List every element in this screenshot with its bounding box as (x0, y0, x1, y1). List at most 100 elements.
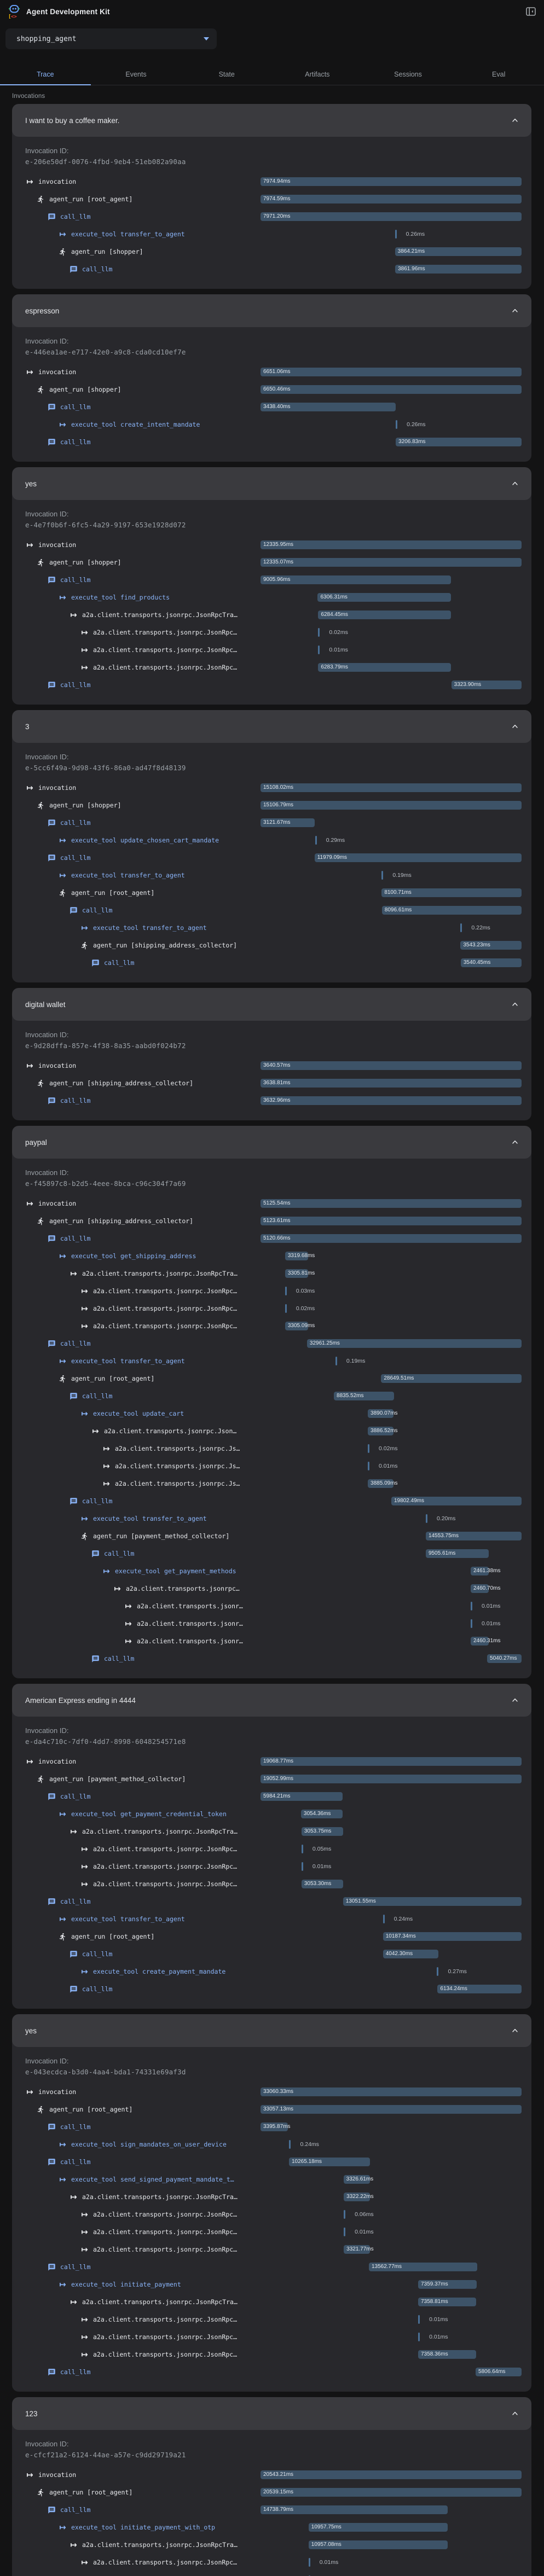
trace-row[interactable]: ↦ execute_tool transfer_to_agent 0.22ms (25, 919, 522, 937)
trace-row[interactable]: ↦ a2a.client.transports.jsonrpc.JsonRpc…… (25, 1282, 522, 1300)
chevron-up-icon[interactable] (512, 1697, 518, 1703)
agent-selector[interactable]: shopping_agent (5, 28, 217, 49)
trace-row[interactable]: ↦ a2a.client.transports.jsonrpc.JsonRpc…… (25, 624, 522, 641)
trace-row[interactable]: ↦ a2a.client.transports.jsonrpc.JsonRpc…… (25, 2311, 522, 2328)
trace-row[interactable]: ↦ a2a.client.transports.jsonr… 2460.31ms (25, 1632, 522, 1650)
invocation-card-header[interactable]: 3 (12, 710, 531, 743)
trace-row[interactable]: call_llm 13562.77ms (25, 2258, 522, 2276)
tab-eval[interactable]: Eval (453, 63, 544, 85)
trace-row[interactable]: ↦ a2a.client.transports.jsonrpc.JsonRpc…… (25, 1300, 522, 1317)
tab-state[interactable]: State (181, 63, 272, 85)
trace-row[interactable]: ↦ execute_tool get_payment_credential_to… (25, 1805, 522, 1823)
trace-row[interactable]: ↦ a2a.client.transports.jsonrpc.JsonRpc…… (25, 641, 522, 659)
chevron-up-icon[interactable] (512, 1139, 518, 1145)
trace-row[interactable]: call_llm 9005.96ms (25, 571, 522, 589)
trace-row[interactable]: call_llm 3861.96ms (25, 260, 522, 278)
trace-row[interactable]: call_llm 3206.83ms (25, 433, 522, 451)
trace-row[interactable]: ↦ execute_tool sign_mandates_on_user_dev… (25, 2136, 522, 2153)
invocation-card-header[interactable]: paypal (12, 1126, 531, 1159)
trace-row[interactable]: call_llm 3540.45ms (25, 954, 522, 972)
chevron-up-icon[interactable] (512, 2410, 518, 2417)
trace-row[interactable]: ↦ invocation 15108.02ms (25, 779, 522, 796)
trace-row[interactable]: ↦ a2a.client.transports.jsonrpc.JsonRpcT… (25, 2536, 522, 2554)
trace-row[interactable]: ↦ a2a.client.transports.jsonrpc… 2460.70… (25, 1580, 522, 1597)
chevron-up-icon[interactable] (512, 1001, 518, 1008)
trace-row[interactable]: ↦ a2a.client.transports.jsonrpc.Json… 38… (25, 1422, 522, 1440)
trace-row[interactable]: ↦ a2a.client.transports.jsonrpc.JsonRpcT… (25, 1265, 522, 1282)
trace-row[interactable]: call_llm 13051.55ms (25, 1893, 522, 1910)
trace-row[interactable]: ↦ execute_tool send_signed_payment_manda… (25, 2171, 522, 2188)
trace-row[interactable]: ↦ execute_tool find_products 6306.31ms (25, 589, 522, 606)
trace-row[interactable]: call_llm 5984.21ms (25, 1788, 522, 1805)
invocation-card-header[interactable]: 123 (12, 2397, 531, 2430)
trace-row[interactable]: ↦ invocation 19068.77ms (25, 1753, 522, 1770)
trace-row[interactable]: agent_run [root_agent] 28649.51ms (25, 1370, 522, 1387)
trace-row[interactable]: ↦ a2a.client.transports.jsonrpc.JsonRpc…… (25, 1317, 522, 1335)
invocation-card-header[interactable]: yes (12, 2014, 531, 2047)
trace-row[interactable]: ↦ a2a.client.transports.jsonrpc.JsonRpcT… (25, 2293, 522, 2311)
trace-row[interactable]: ↦ a2a.client.transports.jsonrpc.JsonRpcT… (25, 606, 522, 624)
tab-sessions[interactable]: Sessions (363, 63, 454, 85)
trace-row[interactable]: call_llm 5120.66ms (25, 1230, 522, 1247)
chevron-up-icon[interactable] (512, 480, 518, 487)
trace-row[interactable]: ↦ execute_tool transfer_to_agent 0.19ms (25, 1352, 522, 1370)
trace-row[interactable]: agent_run [shipping_address_collector] 3… (25, 1074, 522, 1092)
trace-row[interactable]: agent_run [root_agent] 10187.34ms (25, 1928, 522, 1945)
trace-row[interactable]: ↦ a2a.client.transports.jsonrpc.JsonRpc…… (25, 2554, 522, 2571)
trace-row[interactable]: ↦ execute_tool transfer_to_agent 0.20ms (25, 1510, 522, 1527)
trace-row[interactable]: call_llm 9505.61ms (25, 1545, 522, 1562)
trace-row[interactable]: ↦ a2a.client.transports.jsonrpc.JsonRpc…… (25, 1840, 522, 1858)
trace-row[interactable]: agent_run [root_agent] 33057.13ms (25, 2101, 522, 2118)
trace-row[interactable]: call_llm 14738.79ms (25, 2501, 522, 2519)
trace-row[interactable]: ↦ a2a.client.transports.jsonrpc.Js… 0.01… (25, 1457, 522, 1475)
trace-row[interactable]: call_llm 3395.87ms (25, 2118, 522, 2136)
trace-row[interactable]: agent_run [shopper] 15106.79ms (25, 796, 522, 814)
trace-row[interactable]: ↦ a2a.client.transports.jsonrpc.JsonRpc…… (25, 1875, 522, 1893)
trace-row[interactable]: ↦ a2a.client.transports.jsonrpc.Js… 3885… (25, 1475, 522, 1492)
trace-row[interactable]: ↦ a2a.client.transports.jsonr… 0.01ms (25, 1597, 522, 1615)
trace-row[interactable]: ↦ a2a.client.transports.jsonrpc.JsonRpcT… (25, 1823, 522, 1840)
trace-row[interactable]: agent_run [root_agent] 20539.15ms (25, 2484, 522, 2501)
trace-row[interactable]: agent_run [shopper] 6650.46ms (25, 381, 522, 398)
trace-row[interactable]: ↦ execute_tool transfer_to_agent 0.24ms (25, 1910, 522, 1928)
trace-row[interactable]: ↦ invocation 20543.21ms (25, 2466, 522, 2484)
trace-row[interactable]: ↦ a2a.client.transports.jsonrpc.JsonRpc…… (25, 2223, 522, 2241)
trace-row[interactable]: call_llm 5040.27ms (25, 1650, 522, 1667)
chevron-up-icon[interactable] (512, 307, 518, 314)
collapse-panel-icon[interactable] (525, 6, 536, 17)
trace-row[interactable]: call_llm 32961.25ms (25, 1335, 522, 1352)
trace-row[interactable]: agent_run [root_agent] 8100.71ms (25, 884, 522, 902)
tab-trace[interactable]: Trace (0, 63, 91, 85)
trace-row[interactable]: ↦ a2a.client.transports.jsonrpc.JsonRpc…… (25, 2241, 522, 2258)
trace-row[interactable]: ↦ invocation 6651.06ms (25, 363, 522, 381)
trace-row[interactable]: ↦ execute_tool update_chosen_cart_mandat… (25, 831, 522, 849)
trace-row[interactable]: call_llm 3438.40ms (25, 398, 522, 416)
trace-row[interactable]: call_llm 10265.18ms (25, 2153, 522, 2171)
trace-row[interactable]: ↦ execute_tool transfer_to_agent 0.19ms (25, 867, 522, 884)
trace-row[interactable]: agent_run [payment_method_collector] 145… (25, 1527, 522, 1545)
trace-row[interactable]: call_llm 5806.64ms (25, 2363, 522, 2381)
trace-row[interactable]: ↦ invocation 12335.95ms (25, 536, 522, 554)
trace-row[interactable]: ↦ invocation 5125.54ms (25, 1195, 522, 1212)
trace-row[interactable]: ↦ execute_tool initiate_payment 7359.37m… (25, 2276, 522, 2293)
trace-row[interactable]: ↦ a2a.client.transports.jsonrpc.Js… 0.02… (25, 1440, 522, 1457)
trace-row[interactable]: ↦ a2a.client.transports.jsonrpc.JsonRpc…… (25, 1858, 522, 1875)
trace-row[interactable]: ↦ a2a.client.transports.jsonr… 0.01ms (25, 1615, 522, 1632)
trace-row[interactable]: ↦ execute_tool update_cart 3890.07ms (25, 1405, 522, 1422)
trace-row[interactable]: ↦ invocation 33060.33ms (25, 2083, 522, 2101)
trace-row[interactable]: ↦ execute_tool get_payment_methods 2461.… (25, 1562, 522, 1580)
invocation-card-header[interactable]: I want to buy a coffee maker. (12, 104, 531, 137)
trace-row[interactable]: call_llm 19802.49ms (25, 1492, 522, 1510)
trace-row[interactable]: call_llm 3632.96ms (25, 1092, 522, 1109)
trace-row[interactable]: agent_run [shopper] 12335.07ms (25, 554, 522, 571)
trace-row[interactable]: ↦ a2a.client.transports.jsonrpc.JsonRpcT… (25, 2188, 522, 2206)
trace-row[interactable]: ↦ execute_tool create_intent_mandate 0.2… (25, 416, 522, 433)
trace-row[interactable]: call_llm 3323.90ms (25, 676, 522, 694)
trace-row[interactable]: ↦ a2a.client.transports.jsonrpc.JsonRpc…… (25, 659, 522, 676)
invocation-card-header[interactable]: American Express ending in 4444 (12, 1684, 531, 1717)
trace-row[interactable]: agent_run [payment_method_collector] 190… (25, 1770, 522, 1788)
trace-row[interactable]: call_llm 8835.52ms (25, 1387, 522, 1405)
trace-row[interactable]: agent_run [shipping_address_collector] 5… (25, 1212, 522, 1230)
invocation-card-header[interactable]: espresson (12, 294, 531, 327)
trace-row[interactable]: ↦ execute_tool get_shipping_address 3319… (25, 1247, 522, 1265)
